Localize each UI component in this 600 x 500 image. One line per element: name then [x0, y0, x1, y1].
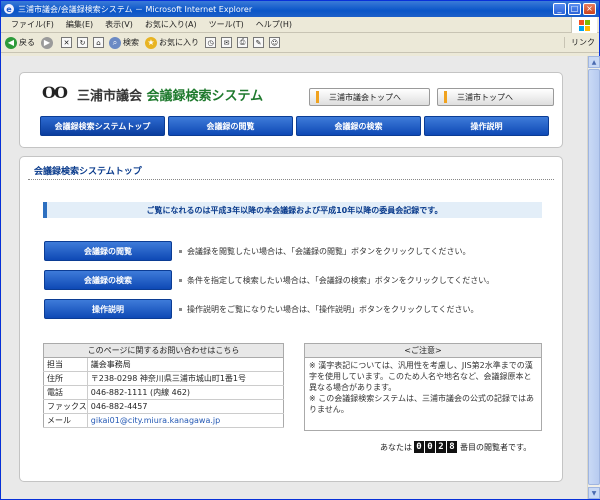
action-row-browse: 会議録の閲覧 会議録を閲覧したい場合は、「会議録の閲覧」ボタンをクリックしてくだ…: [44, 241, 471, 261]
table-row: 住所 〒238-0298 神奈川県三浦市城山町1番1号: [43, 371, 284, 386]
tab-help[interactable]: 操作説明: [424, 116, 549, 136]
edit-icon[interactable]: ✎: [253, 37, 264, 48]
main-panel: 会議録検索システムトップ ご覧になれるのは平成3年以降の本会議録および平成10年…: [19, 156, 563, 482]
browse-button[interactable]: 会議録の閲覧: [44, 241, 172, 261]
counter-digit: 2: [436, 441, 446, 453]
counter-digits: 0 0 2 8: [414, 441, 458, 453]
menu-favorites[interactable]: お気に入り(A): [139, 19, 203, 30]
forward-arrow-icon: ▶: [41, 36, 53, 49]
tab-system-top[interactable]: 会議録検索システムトップ: [40, 116, 165, 136]
table-row: ファックス 046-882-4457: [43, 399, 284, 414]
toolbar: ◀ 戻る ▶ ✕ ↻ ⌂ ⌕ 検索 ★ お気に入り ◷ ✉ ⎙ ✎ ☺ リンク: [1, 33, 599, 53]
visitor-prefix: あなたは: [380, 442, 412, 452]
email-link[interactable]: gikai01@city.miura.kanagawa.jp: [91, 416, 220, 425]
favorites-label: お気に入り: [159, 38, 199, 47]
nav-tabs: 会議録検索システムトップ 会議録の閲覧 会議録の検索 操作説明: [40, 116, 549, 136]
mail-icon[interactable]: ✉: [221, 37, 232, 48]
browse-description: 会議録を閲覧したい場合は、「会議録の閲覧」ボタンをクリックしてください。: [187, 246, 471, 256]
menu-help[interactable]: ヘルプ(H): [250, 19, 298, 30]
page-viewport: OO 三浦市議会 会議録検索システム 三浦市議会トップへ 三浦市トップへ 会議録…: [2, 56, 587, 499]
windows-logo-icon: [571, 17, 597, 33]
forward-button[interactable]: ▶: [41, 36, 55, 49]
miura-logo: OO: [42, 83, 68, 102]
visitor-counter: あなたは 0 0 2 8 番目の閲覧者です。: [380, 441, 531, 453]
contact-table: このページに関するお問い合わせはこちら 担当 議会事務局 住所 〒238-029…: [43, 343, 284, 428]
bullet-icon: [179, 249, 182, 253]
table-row: メール gikai01@city.miura.kanagawa.jp: [43, 413, 284, 428]
city-top-link[interactable]: 三浦市トップへ: [437, 88, 554, 106]
counter-digit: 8: [447, 441, 457, 453]
links-label[interactable]: リンク: [564, 37, 595, 48]
search-description: 条件を指定して検索したい場合は、「会議録の検索」ボタンをクリックしてください。: [187, 275, 495, 285]
caution-line-1: ※ 漢字表記については、汎用性を考慮し、JIS第2水準までの漢字を使用しています…: [309, 361, 533, 392]
bullet-icon: [179, 278, 182, 282]
help-description: 操作説明をご覧になりたい場合は、「操作説明」ボタンをクリックしてください。: [187, 304, 479, 314]
search-records-button[interactable]: 会議録の検索: [44, 270, 172, 290]
ie-icon: e: [4, 4, 14, 14]
scroll-thumb[interactable]: [588, 69, 600, 485]
site-title: 三浦市議会 会議録検索システム: [77, 85, 263, 104]
minimize-button[interactable]: _: [553, 3, 566, 15]
site-title-system: 会議録検索システム: [146, 89, 264, 104]
back-arrow-icon: ◀: [5, 36, 17, 49]
history-icon[interactable]: ◷: [205, 37, 216, 48]
back-button[interactable]: ◀ 戻る: [5, 36, 35, 49]
scroll-up-icon[interactable]: ▲: [588, 56, 600, 68]
council-top-link[interactable]: 三浦市議会トップへ: [309, 88, 430, 106]
refresh-icon[interactable]: ↻: [77, 37, 88, 48]
home-icon[interactable]: ⌂: [93, 37, 104, 48]
caution-line-2: ※ この会議録検索システムは、三浦市議会の公式の記録ではありません。: [309, 394, 535, 414]
search-button[interactable]: ⌕ 検索: [109, 36, 139, 49]
window-title: 三浦市議会/会議録検索システム － Microsoft Internet Exp…: [18, 4, 253, 14]
print-icon[interactable]: ⎙: [237, 37, 248, 48]
header-panel: OO 三浦市議会 会議録検索システム 三浦市議会トップへ 三浦市トップへ 会議録…: [19, 72, 563, 148]
counter-digit: 0: [414, 441, 424, 453]
menu-file[interactable]: ファイル(F): [5, 19, 60, 30]
caution-heading: <ご注意>: [305, 344, 541, 358]
caution-box: <ご注意> ※ 漢字表記については、汎用性を考慮し、JIS第2水準までの漢字を使…: [304, 343, 542, 431]
menu-bar: ファイル(F) 編集(E) 表示(V) お気に入り(A) ツール(T) ヘルプ(…: [1, 17, 599, 33]
scroll-down-icon[interactable]: ▼: [588, 487, 600, 499]
counter-digit: 0: [425, 441, 435, 453]
vertical-scrollbar[interactable]: ▲ ▼: [587, 56, 600, 499]
site-title-council: 三浦市議会: [77, 89, 143, 104]
tab-search[interactable]: 会議録の検索: [296, 116, 421, 136]
visitor-suffix: 番目の閲覧者です。: [460, 442, 532, 452]
notice-bar: ご覧になれるのは平成3年以降の本会議録および平成10年以降の委員会記録です。: [43, 202, 542, 218]
maximize-button[interactable]: □: [568, 3, 581, 15]
menu-edit[interactable]: 編集(E): [60, 19, 99, 30]
action-row-help: 操作説明 操作説明をご覧になりたい場合は、「操作説明」ボタンをクリックしてくださ…: [44, 299, 479, 319]
page-title: 会議録検索システムトップ: [34, 167, 142, 177]
table-row: 担当 議会事務局: [43, 357, 284, 372]
favorites-button[interactable]: ★ お気に入り: [145, 36, 199, 49]
title-bar: e 三浦市議会/会議録検索システム － Microsoft Internet E…: [1, 1, 599, 17]
title-divider: [28, 179, 554, 180]
contact-heading: このページに関するお問い合わせはこちら: [43, 343, 284, 358]
action-row-search: 会議録の検索 条件を指定して検索したい場合は、「会議録の検索」ボタンをクリックし…: [44, 270, 494, 290]
search-icon: ⌕: [109, 36, 121, 49]
table-row: 電話 046-882-1111 (内線 462): [43, 385, 284, 400]
back-label: 戻る: [19, 38, 35, 47]
stop-icon[interactable]: ✕: [61, 37, 72, 48]
tab-browse[interactable]: 会議録の閲覧: [168, 116, 293, 136]
star-icon: ★: [145, 36, 157, 49]
search-label: 検索: [123, 38, 139, 47]
messenger-icon[interactable]: ☺: [269, 37, 280, 48]
bullet-icon: [179, 307, 182, 311]
browser-window: e 三浦市議会/会議録検索システム － Microsoft Internet E…: [0, 0, 600, 500]
close-button[interactable]: ×: [583, 3, 596, 15]
menu-tools[interactable]: ツール(T): [203, 19, 250, 30]
menu-view[interactable]: 表示(V): [99, 19, 139, 30]
help-button[interactable]: 操作説明: [44, 299, 172, 319]
